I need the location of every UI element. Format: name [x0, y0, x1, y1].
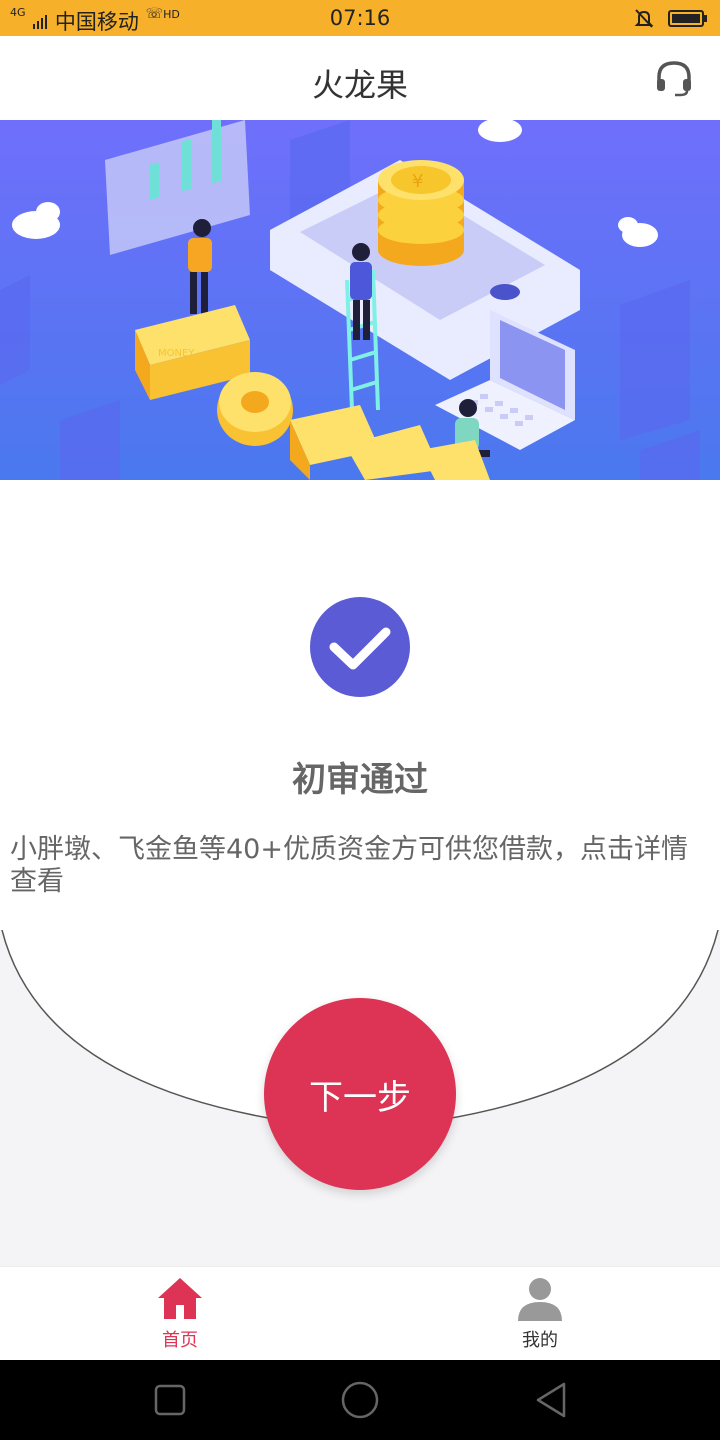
tab-home[interactable]: 首页 — [0, 1267, 360, 1361]
next-step-button[interactable]: 下一步 — [264, 998, 456, 1190]
status-right — [633, 7, 708, 29]
recent-apps-icon[interactable] — [150, 1380, 190, 1420]
mute-icon — [633, 7, 655, 29]
result-title: 初审通过 — [292, 760, 428, 800]
tab-bar: 首页 我的 — [0, 1266, 720, 1360]
tab-home-label: 首页 — [162, 1330, 198, 1351]
user-icon — [516, 1275, 564, 1323]
clock: 07:16 — [329, 6, 391, 30]
money-text: MONEY — [158, 348, 195, 359]
check-icon — [310, 597, 410, 697]
home-nav-icon[interactable] — [340, 1380, 380, 1420]
tab-mine[interactable]: 我的 — [360, 1267, 720, 1361]
status-bar: 4G 中国移动 ☏HD 07:16 — [0, 0, 720, 36]
back-icon[interactable] — [530, 1380, 570, 1420]
coin-stack-icon: ¥ — [378, 160, 464, 266]
home-icon — [156, 1275, 204, 1323]
system-nav-bar — [0, 1360, 720, 1440]
header: 火龙果 — [0, 36, 720, 120]
result-description: 小胖墩、飞金鱼等40+优质资金方可供您借款，点击详情查看 — [10, 834, 688, 897]
svg-text:¥: ¥ — [412, 171, 423, 192]
banner-illustration: ¥ MONEY — [0, 120, 720, 480]
tab-mine-label: 我的 — [522, 1330, 558, 1351]
battery-icon — [668, 8, 708, 28]
headset-icon[interactable] — [654, 58, 694, 98]
page-title: 火龙果 — [311, 66, 408, 104]
